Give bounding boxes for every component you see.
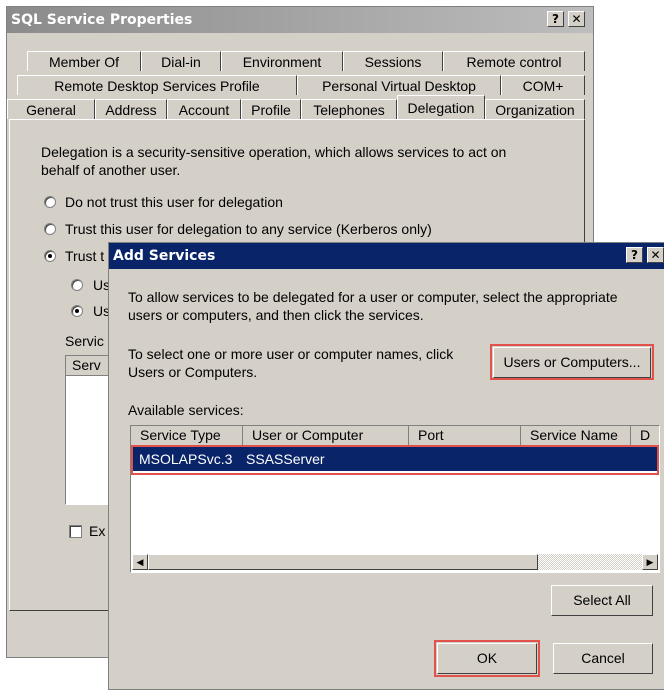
- select-text-line-2: Users or Computers.: [128, 364, 258, 380]
- properties-title: SQL Service Properties: [11, 12, 193, 28]
- close-icon[interactable]: ✕: [568, 11, 585, 27]
- scroll-right-icon[interactable]: ▶: [642, 554, 658, 570]
- tab-member-of[interactable]: Member Of: [27, 51, 141, 71]
- tab-address[interactable]: Address: [95, 99, 167, 119]
- tab-profile[interactable]: Profile: [241, 99, 301, 119]
- select-text-line-1: To select one or more user or computer n…: [128, 346, 454, 362]
- tab-personal-virtual-desktop[interactable]: Personal Virtual Desktop: [297, 75, 501, 95]
- row-service-type: MSOLAPSvc.3: [139, 451, 233, 467]
- radio-sub-option-1[interactable]: [71, 279, 83, 291]
- horizontal-scrollbar[interactable]: ◀ ▶: [132, 554, 658, 570]
- scroll-left-icon[interactable]: ◀: [132, 554, 148, 570]
- help-icon[interactable]: ?: [547, 11, 564, 27]
- column-user-or-computer[interactable]: User or Computer: [243, 426, 409, 446]
- tab-environment[interactable]: Environment: [221, 51, 343, 71]
- add-services-dialog: Add Services ? ✕ To allow services to be…: [108, 242, 664, 690]
- ok-button[interactable]: OK: [437, 643, 537, 674]
- tab-sessions[interactable]: Sessions: [343, 51, 443, 71]
- expanded-checkbox[interactable]: [69, 525, 82, 538]
- delegation-description-line-2: behalf of another user.: [41, 162, 181, 178]
- table-row[interactable]: MSOLAPSvc.3 SSASServer: [132, 447, 658, 471]
- delegation-description-line-1: Delegation is a security-sensitive opera…: [41, 144, 507, 160]
- users-or-computers-button[interactable]: Users or Computers...: [493, 347, 651, 378]
- expanded-checkbox-label: Ex: [89, 523, 106, 539]
- help-icon[interactable]: ?: [626, 247, 643, 263]
- radio-sub-option-2[interactable]: [71, 305, 83, 317]
- radio-trust-specified-services[interactable]: [44, 250, 56, 262]
- column-service-type[interactable]: Service Type: [131, 426, 243, 446]
- radio-trust-any-service[interactable]: [44, 223, 56, 235]
- close-icon[interactable]: ✕: [647, 247, 664, 263]
- add-services-title-bar[interactable]: Add Services ? ✕: [109, 243, 664, 269]
- tab-account[interactable]: Account: [167, 99, 241, 119]
- tab-telephones[interactable]: Telephones: [301, 99, 397, 119]
- properties-title-bar[interactable]: SQL Service Properties ? ✕: [7, 7, 593, 33]
- tab-remote-control[interactable]: Remote control: [443, 51, 585, 71]
- column-port[interactable]: Port: [409, 426, 521, 446]
- scroll-thumb[interactable]: [148, 554, 538, 570]
- row-user-or-computer: SSASServer: [246, 451, 325, 467]
- tab-general[interactable]: General: [7, 99, 95, 119]
- tab-remote-desktop-services-profile[interactable]: Remote Desktop Services Profile: [17, 75, 297, 95]
- radio-do-not-trust-label: Do not trust this user for delegation: [65, 194, 283, 210]
- radio-do-not-trust[interactable]: [44, 196, 56, 208]
- tab-organization[interactable]: Organization: [485, 99, 585, 119]
- cancel-button[interactable]: Cancel: [553, 643, 653, 674]
- available-services-list[interactable]: Service Type User or Computer Port Servi…: [130, 425, 660, 573]
- tab-dial-in[interactable]: Dial-in: [141, 51, 221, 71]
- select-all-button[interactable]: Select All: [551, 585, 653, 616]
- column-service-name[interactable]: Service Name: [521, 426, 631, 446]
- radio-trust-any-service-label: Trust this user for delegation to any se…: [65, 221, 432, 237]
- tab-com-plus[interactable]: COM+: [501, 75, 585, 95]
- radio-trust-specified-services-label: Trust t: [65, 248, 105, 264]
- intro-line-1: To allow services to be delegated for a …: [128, 289, 618, 305]
- available-services-label: Available services:: [128, 402, 244, 418]
- column-d[interactable]: D: [631, 426, 659, 446]
- tab-delegation[interactable]: Delegation: [397, 95, 485, 119]
- services-label: Servic: [65, 333, 104, 349]
- add-services-title: Add Services: [113, 248, 216, 264]
- intro-line-2: users or computers, and then click the s…: [128, 307, 424, 323]
